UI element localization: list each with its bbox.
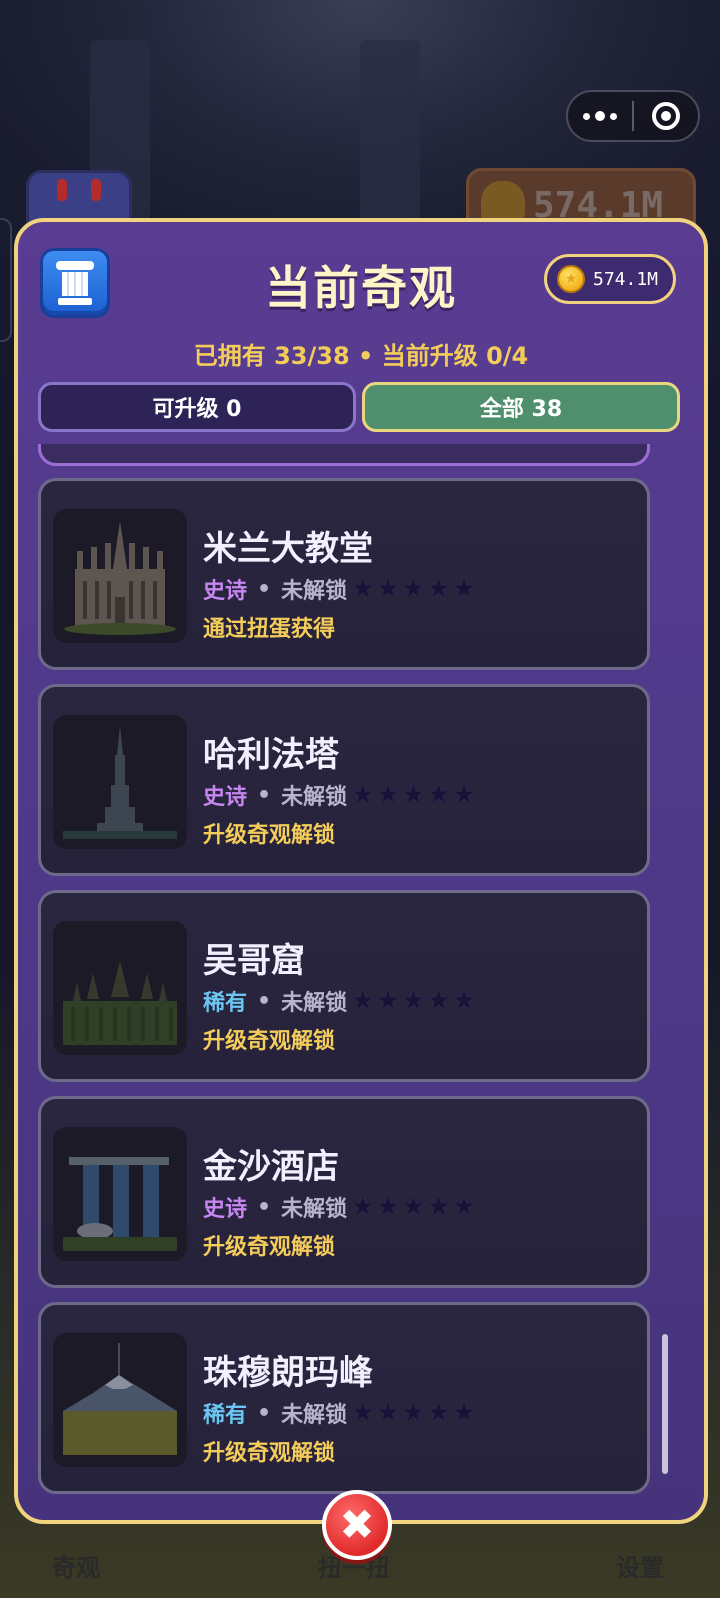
wonder-name: 哈利法塔 (203, 735, 339, 775)
star-icon: ★ (401, 986, 426, 1016)
tower-image (53, 715, 187, 849)
wonder-card[interactable]: 吴哥窟 稀有 • 未解锁 ★ ★ ★ ★ ★ 升级奇观解锁 (38, 890, 650, 1082)
mountain-image (53, 1333, 187, 1467)
star-icon: ★ (452, 1192, 476, 1222)
wonders-panel: 当前奇观 574.1M 已拥有 33/38 • 当前升级 0/4 可升级 0 全… (14, 218, 708, 1524)
wonder-name: 吴哥窟 (203, 941, 305, 981)
star-icon: ★ (401, 780, 426, 810)
wonder-card[interactable]: 米兰大教堂 史诗 • 未解锁 ★ ★ ★ ★ ★ 通过扭蛋获得 (38, 478, 650, 670)
more-icon[interactable] (568, 92, 632, 140)
star-icon: ★ (427, 780, 451, 810)
unlock-source: 升级奇观解锁 (203, 1235, 336, 1260)
star-icon: ★ (452, 574, 476, 604)
unlock-source: 升级奇观解锁 (203, 823, 336, 848)
star-icon: ★ (401, 574, 426, 604)
side-drawer-edge (0, 218, 12, 342)
star-rating: ★ ★ ★ ★ ★ (351, 988, 476, 1014)
star-rating: ★ ★ ★ ★ ★ (351, 1194, 476, 1220)
star-icon: ★ (376, 780, 400, 810)
wonder-meta: 史诗 • 未解锁 ★ ★ ★ ★ ★ (203, 779, 476, 811)
unlock-source: 升级奇观解锁 (203, 1441, 336, 1466)
wonder-card[interactable]: 珠穆朗玛峰 稀有 • 未解锁 ★ ★ ★ ★ ★ 升级奇观解锁 (38, 1302, 650, 1494)
unlock-status: 未解锁 (281, 991, 348, 1016)
separator-dot: • (257, 576, 272, 602)
star-icon: ★ (376, 1398, 400, 1428)
close-button[interactable]: ✖ (322, 1490, 392, 1560)
rarity-label: 史诗 (203, 579, 248, 604)
star-icon: ★ (351, 1398, 375, 1428)
wonder-card[interactable]: 哈利法塔 史诗 • 未解锁 ★ ★ ★ ★ ★ 升级奇观解锁 (38, 684, 650, 876)
star-icon: ★ (427, 1398, 451, 1428)
star-icon: ★ (351, 986, 375, 1016)
star-rating: ★ ★ ★ ★ ★ (351, 1400, 476, 1426)
star-icon: ★ (376, 574, 400, 604)
wonder-meta: 稀有 • 未解锁 ★ ★ ★ ★ ★ (203, 985, 476, 1017)
capsule-close-icon (651, 102, 680, 130)
star-icon: ★ (351, 1192, 375, 1222)
ownership-summary: 已拥有 33/38 • 当前升级 0/4 (193, 342, 529, 370)
cathedral-image (53, 509, 187, 643)
coin-balance-value: 574.1M (593, 268, 659, 290)
separator-dot: • (257, 1400, 272, 1426)
background-pillar (360, 40, 420, 240)
separator-dot: • (257, 1194, 272, 1220)
rarity-label: 稀有 (203, 991, 248, 1016)
wonder-card[interactable]: 金沙酒店 史诗 • 未解锁 ★ ★ ★ ★ ★ 升级奇观解锁 (38, 1096, 650, 1288)
temple-image (53, 921, 187, 1055)
unlock-status: 未解锁 (281, 1197, 348, 1222)
wonder-meta: 稀有 • 未解锁 ★ ★ ★ ★ ★ (203, 1397, 476, 1429)
unlock-status: 未解锁 (281, 579, 348, 604)
wonder-name: 珠穆朗玛峰 (203, 1353, 373, 1393)
star-icon: ★ (376, 986, 400, 1016)
tab-upgradable[interactable]: 可升级 0 (38, 382, 356, 432)
mini-program-capsule (566, 90, 700, 142)
star-icon: ★ (452, 780, 476, 810)
capsule-close-button[interactable] (634, 92, 698, 140)
rarity-label: 稀有 (203, 1403, 248, 1428)
coin-balance: 574.1M (544, 254, 676, 304)
list-item-partial[interactable] (38, 444, 650, 466)
wonder-name: 米兰大教堂 (203, 529, 373, 569)
unlock-source: 升级奇观解锁 (203, 1029, 336, 1054)
wonder-list[interactable]: 米兰大教堂 史诗 • 未解锁 ★ ★ ★ ★ ★ 通过扭蛋获得 哈利法塔 史诗 … (38, 444, 658, 1514)
separator-dot: • (257, 988, 272, 1014)
wonder-name: 金沙酒店 (203, 1147, 339, 1187)
wonder-meta: 史诗 • 未解锁 ★ ★ ★ ★ ★ (203, 1191, 476, 1223)
coin-icon (557, 265, 585, 293)
rarity-label: 史诗 (203, 1197, 248, 1222)
unlock-source: 通过扭蛋获得 (203, 617, 336, 642)
star-icon: ★ (427, 1192, 451, 1222)
unlock-status: 未解锁 (281, 785, 348, 810)
star-icon: ★ (452, 986, 476, 1016)
wonder-meta: 史诗 • 未解锁 ★ ★ ★ ★ ★ (203, 573, 476, 605)
unlock-status: 未解锁 (281, 1403, 348, 1428)
scrollbar[interactable] (662, 1334, 668, 1474)
separator-dot: • (257, 782, 272, 808)
hotel-image (53, 1127, 187, 1261)
rarity-label: 史诗 (203, 785, 248, 810)
star-icon: ★ (351, 574, 375, 604)
tab-all[interactable]: 全部 38 (362, 382, 680, 432)
close-icon: ✖ (339, 1500, 375, 1549)
star-icon: ★ (452, 1398, 476, 1428)
star-icon: ★ (351, 780, 375, 810)
star-icon: ★ (401, 1398, 426, 1428)
star-icon: ★ (401, 1192, 426, 1222)
star-icon: ★ (427, 574, 451, 604)
nav-wonders[interactable]: 奇观 (52, 1548, 100, 1583)
star-rating: ★ ★ ★ ★ ★ (351, 576, 476, 602)
star-icon: ★ (427, 986, 451, 1016)
nav-settings[interactable]: 设置 (616, 1548, 664, 1583)
star-icon: ★ (376, 1192, 400, 1222)
star-rating: ★ ★ ★ ★ ★ (351, 782, 476, 808)
